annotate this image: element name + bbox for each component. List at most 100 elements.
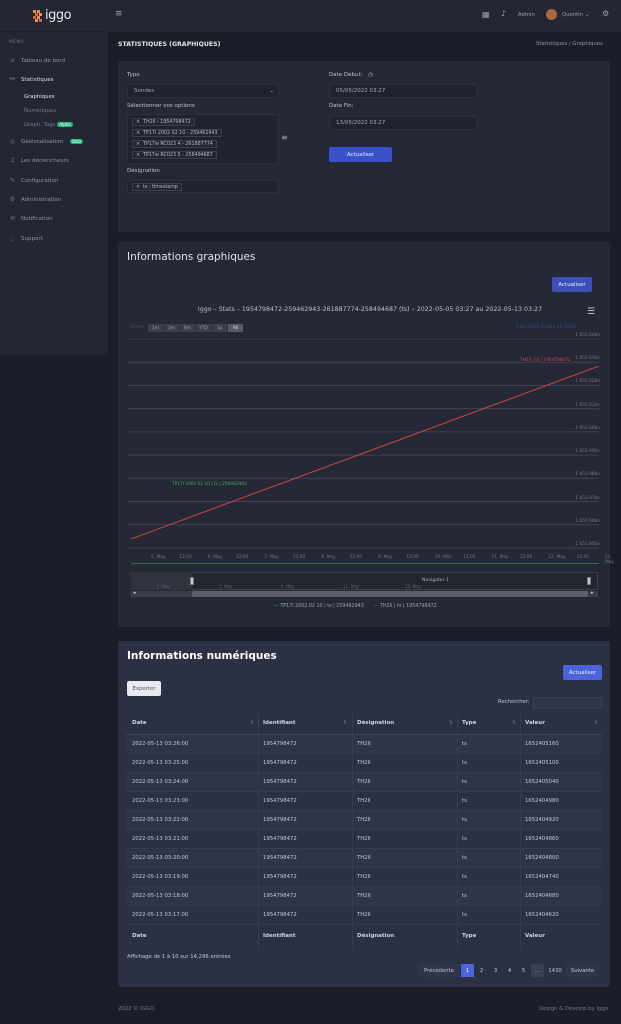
sidebar-item-administration[interactable]: ⚙ Administration [9,195,61,204]
column-footer: Désignation [357,933,395,939]
graph-refresh-button[interactable]: Actualiser [552,277,592,292]
end-date-input[interactable]: 13/05/2022 03:27 [329,116,477,130]
sort-icon[interactable]: ⇅ [512,720,516,726]
x-tick-label: 12:00 [463,555,476,560]
page-button[interactable]: ... [531,964,544,977]
submit-button[interactable]: Actualiser [329,147,392,162]
next-page-button[interactable]: Suivante [566,964,599,977]
page-button[interactable]: 5 [517,964,530,977]
zoom-ytd-button[interactable]: YTD [196,324,211,332]
breadcrumb[interactable]: Statistiques / Graphiques [536,41,603,47]
sidebar-item-triggers[interactable]: ♫ Les déclencheurs [9,156,69,165]
wrench-icon: ✎ [9,177,16,184]
series-line-th2il[interactable] [131,365,599,540]
sidebar-item-configuration[interactable]: ✎ Configuration [9,176,58,185]
legend-item-th2il[interactable]: — TH2Il | ts | 1954798472 [374,604,437,609]
remove-icon[interactable]: × [136,185,140,190]
sidebar-subitem-graph-tags[interactable]: Graph. Tags Alpha [24,122,73,128]
sidebar-item-dashboard[interactable]: ⌂ Tableau de bord [9,56,65,65]
start-date-input[interactable]: 05/05/2022 03:27 [329,84,477,98]
option-tag[interactable]: × TH2Il - 1954798472 [132,118,195,126]
page-title: STATISTIQUES (GRAPHIQUES) [118,41,221,48]
designation-multiselect[interactable]: × ts : timestamp [127,180,279,193]
sidebar-subitem-numeric[interactable]: Numériques [24,108,56,114]
series-annotation-tp17l: TP17l 2002 02 10 | ts | 259462943 [172,482,247,487]
sidebar-subitem-graphs[interactable]: Graphiques [24,94,54,100]
zoom-all-button[interactable]: All [228,324,243,332]
table-cell: TH2Il [357,893,371,899]
page-button[interactable]: 1 [461,964,474,977]
date-range-display[interactable]: From 2022 To May 13, 2022 [516,325,576,330]
sort-icon[interactable]: ⇅ [250,720,254,726]
remove-icon[interactable]: × [136,120,140,125]
sidebar-item-support[interactable]: ◌ Support [9,234,43,243]
remove-icon[interactable]: × [136,131,140,136]
x-tick-label: 7. May [264,555,279,560]
option-tag[interactable]: × TP17l 2002 02 10 - 259462943 [132,129,222,137]
page-button[interactable]: 3 [489,964,502,977]
hamburger-icon[interactable]: ≡ [115,9,123,19]
footer-copyright: 2022 © IGGO. [118,1006,156,1012]
table-cell: 2022-05-13 03:19:00 [132,874,189,880]
settings-gear-icon[interactable]: ⚙ [602,9,609,18]
numeric-refresh-button[interactable]: Actualiser [563,665,602,680]
remove-icon[interactable]: × [136,153,140,158]
x-tick-label: 13. May [605,555,614,565]
apps-grid-icon[interactable]: ▦ [482,10,490,19]
option-tag[interactable]: × TP17w RC023 4 - 261887774 [132,140,217,148]
legend-swatch-green: — [274,604,279,609]
column-footer: Valeur [525,933,545,939]
prev-page-button[interactable]: Précédente [418,964,460,977]
zoom-6m-button[interactable]: 6m [180,324,195,332]
column-header[interactable]: Valeur [525,720,545,726]
option-tag[interactable]: × TP17w RC023 5 - 258494687 [132,151,217,159]
options-multiselect[interactable]: × TH2Il - 1954798472 × TP17l 2002 02 10 - … [127,114,279,164]
navigator-tick-label: 7. May [219,584,233,589]
home-icon: ⌂ [10,57,15,64]
zoom-1m-button[interactable]: 1m [148,324,163,332]
zoom-1y-button[interactable]: 1y [212,324,227,332]
column-header[interactable]: Type [462,720,476,726]
navigator-area[interactable] [131,572,598,590]
sort-icon[interactable]: ⇅ [449,720,453,726]
chart-menu-icon[interactable]: ☰ [587,307,595,317]
sidebar-item-notification[interactable]: ✉ Notification [9,214,53,223]
table-cell: 1652405040 [525,779,559,785]
page-button[interactable]: 1430 [545,964,565,977]
sort-icon[interactable]: ⇅ [343,720,347,726]
scroll-left-arrow-icon[interactable]: ◂ [133,590,136,596]
column-footer: Date [132,933,147,939]
logo-icon[interactable] [33,10,44,23]
x-tick-label: 12:00 [406,555,419,560]
export-button[interactable]: Exporter [127,681,161,696]
zoom-3m-button[interactable]: 3m [164,324,179,332]
navigator-label: Navigator 1 [422,578,449,583]
column-header[interactable]: Date [132,720,147,726]
sidebar-item-statistics[interactable]: 〰 Statistiques [9,75,53,84]
navigator-scrollbar-thumb[interactable] [192,591,588,597]
user-admin-label[interactable]: Admin [518,12,535,18]
designation-tag[interactable]: × ts : timestamp [132,183,182,191]
sidebar-item-geolocation[interactable]: ◎ Géolocalisation Beta [9,137,84,146]
notification-bell-icon[interactable]: ♪ [501,9,506,18]
x-tick-label: 5. May [151,555,166,560]
avatar[interactable] [546,9,557,20]
legend-item-tp17l[interactable]: — TP17l 2002 02 10 | ts | 259462943 [274,604,364,609]
search-input[interactable] [533,697,602,709]
type-select[interactable]: Sondes ⌄ [127,84,279,98]
column-header[interactable]: Identifiant [263,720,295,726]
logo-text[interactable]: iggo [45,8,72,23]
column-header[interactable]: Désignation [357,720,394,726]
navigator-handle-left[interactable] [190,577,194,585]
list-filter-icon[interactable]: ≡ [281,133,288,142]
sort-icon[interactable]: ⇅ [594,720,598,726]
y-tick-label: 1 651.95bn [575,542,600,547]
remove-icon[interactable]: × [136,142,140,147]
chart-legend: — TP17l 2002 02 10 | ts | 259462943 — TH… [274,604,437,609]
page-button[interactable]: 2 [475,964,488,977]
account-name[interactable]: Quentin ⌄ [562,12,589,18]
scroll-right-arrow-icon[interactable]: ▸ [591,590,594,596]
navigator-handle-right[interactable] [587,577,591,585]
y-tick-label: 1 651.98bn [575,472,600,478]
page-button[interactable]: 4 [503,964,516,977]
